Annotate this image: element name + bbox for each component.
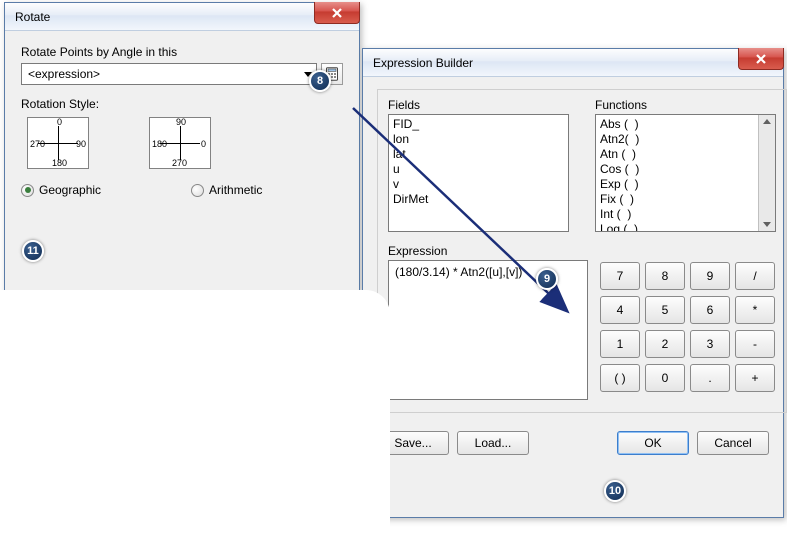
rotate-dialog: Rotate Rotate Points by Angle in this <e… — [4, 2, 360, 292]
keypad-key[interactable]: 7 — [600, 262, 640, 290]
badge-9: 9 — [536, 268, 558, 290]
arithmetic-radio-label: Arithmetic — [209, 183, 262, 197]
field-item[interactable]: FID_ — [393, 117, 564, 132]
save-button[interactable]: Save... — [377, 431, 449, 455]
scrollbar[interactable] — [758, 115, 775, 231]
keypad-key[interactable]: 6 — [690, 296, 730, 324]
fields-label: Fields — [388, 98, 569, 112]
function-item[interactable]: Abs ( ) — [600, 117, 771, 132]
fields-listbox[interactable]: FID_lonlatuvDirMet — [388, 114, 569, 232]
keypad-key[interactable]: 8 — [645, 262, 685, 290]
function-item[interactable]: Exp ( ) — [600, 177, 771, 192]
keypad-key[interactable]: ( ) — [600, 364, 640, 392]
keypad-key[interactable]: 2 — [645, 330, 685, 358]
function-item[interactable]: Fix ( ) — [600, 192, 771, 207]
expr-title: Expression Builder — [373, 56, 473, 70]
keypad-key[interactable]: - — [735, 330, 775, 358]
function-item[interactable]: Log ( ) — [600, 222, 771, 232]
close-icon — [755, 53, 767, 65]
rotation-style-label: Rotation Style: — [21, 97, 343, 111]
expr-body: Fields FID_lonlatuvDirMet Functions Abs … — [363, 77, 783, 469]
angle-expression-value: <expression> — [28, 67, 100, 81]
function-item[interactable]: Int ( ) — [600, 207, 771, 222]
radio-unchecked-icon — [191, 184, 204, 197]
keypad-key[interactable]: 9 — [690, 262, 730, 290]
ok-button[interactable]: OK — [617, 431, 689, 455]
expression-builder-dialog: Expression Builder Fields FID_lonlatuvDi… — [362, 48, 784, 518]
field-item[interactable]: v — [393, 177, 564, 192]
arithmetic-style-diagram[interactable]: 90 0 270 180 — [149, 117, 211, 169]
keypad: 789/ 456* 123- ( )0.+ — [600, 262, 776, 400]
keypad-key[interactable]: 3 — [690, 330, 730, 358]
keypad-key[interactable]: . — [690, 364, 730, 392]
keypad-key[interactable]: / — [735, 262, 775, 290]
close-icon — [331, 7, 343, 19]
expression-label: Expression — [388, 244, 776, 258]
field-item[interactable]: lat — [393, 147, 564, 162]
rotate-body: Rotate Points by Angle in this <expressi… — [5, 31, 359, 211]
keypad-key[interactable]: 5 — [645, 296, 685, 324]
geographic-radio[interactable]: Geographic — [21, 183, 101, 197]
field-item[interactable]: u — [393, 162, 564, 177]
function-item[interactable]: Atn2( ) — [600, 132, 771, 147]
functions-listbox[interactable]: Abs ( )Atn2( )Atn ( )Cos ( )Exp ( )Fix (… — [595, 114, 776, 232]
load-button[interactable]: Load... — [457, 431, 529, 455]
badge-10: 10 — [604, 480, 626, 502]
function-item[interactable]: Atn ( ) — [600, 147, 771, 162]
rotate-close-button[interactable] — [314, 2, 360, 24]
rotate-titlebar: Rotate — [5, 3, 359, 31]
functions-label: Functions — [595, 98, 776, 112]
badge-11: 11 — [22, 240, 44, 262]
expression-text: (180/3.14) * Atn2([u],[v]) — [395, 265, 522, 279]
expr-titlebar: Expression Builder — [363, 49, 783, 77]
keypad-key[interactable]: * — [735, 296, 775, 324]
arithmetic-radio[interactable]: Arithmetic — [191, 183, 262, 197]
keypad-key[interactable]: 1 — [600, 330, 640, 358]
keypad-key[interactable]: + — [735, 364, 775, 392]
keypad-key[interactable]: 0 — [645, 364, 685, 392]
cancel-button[interactable]: Cancel — [697, 431, 769, 455]
expr-fieldset: Fields FID_lonlatuvDirMet Functions Abs … — [377, 89, 787, 413]
expression-textarea[interactable]: (180/3.14) * Atn2([u],[v]) — [388, 260, 588, 400]
badge-8: 8 — [309, 70, 331, 92]
geographic-radio-label: Geographic — [39, 183, 101, 197]
geographic-style-diagram[interactable]: 0 90 180 270 — [27, 117, 89, 169]
angle-expression-select[interactable]: <expression> — [21, 63, 317, 85]
function-item[interactable]: Cos ( ) — [600, 162, 771, 177]
field-item[interactable]: lon — [393, 132, 564, 147]
rotate-title: Rotate — [15, 10, 50, 24]
expr-close-button[interactable] — [738, 48, 784, 70]
field-item[interactable]: DirMet — [393, 192, 564, 207]
radio-checked-icon — [21, 184, 34, 197]
angle-label: Rotate Points by Angle in this — [21, 45, 177, 59]
keypad-key[interactable]: 4 — [600, 296, 640, 324]
